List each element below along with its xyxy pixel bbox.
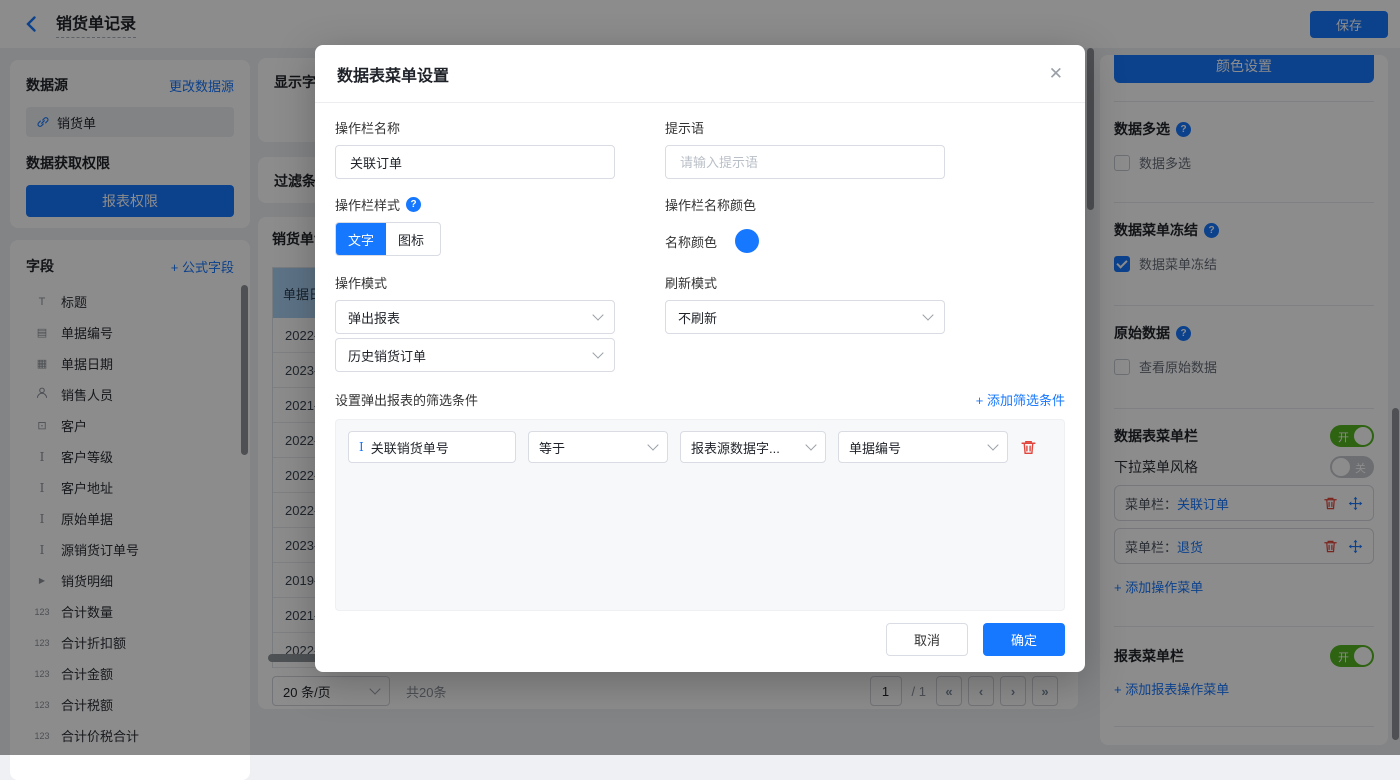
- bar-style-tabs: 文字 图标: [335, 222, 441, 256]
- popup-report-select[interactable]: 历史销货订单: [335, 338, 615, 372]
- question-icon[interactable]: ?: [406, 197, 422, 212]
- table-menu-settings-dialog: 数据表菜单设置 ✕ 操作栏名称 提示语 操作栏样式 ?: [315, 45, 1085, 672]
- tab-text[interactable]: 文字: [336, 223, 386, 255]
- cancel-button[interactable]: 取消: [886, 623, 968, 656]
- refresh-mode-label: 刷新模式: [665, 276, 718, 291]
- bar-name-input[interactable]: [335, 145, 615, 179]
- name-color-sublabel: 名称颜色: [665, 234, 718, 250]
- chevron-down-icon: [592, 309, 604, 321]
- close-icon[interactable]: ✕: [1049, 64, 1063, 84]
- filter-value-select[interactable]: 单据编号: [838, 431, 1008, 463]
- chevron-down-icon: [987, 439, 999, 451]
- op-mode-label: 操作模式: [335, 276, 388, 291]
- op-mode-select[interactable]: 弹出报表: [335, 300, 615, 334]
- filter-section-title: 设置弹出报表的筛选条件: [335, 393, 479, 408]
- chevron-down-icon: [592, 347, 604, 359]
- chevron-down-icon: [805, 439, 817, 451]
- tab-icon[interactable]: 图标: [386, 223, 436, 255]
- color-swatch[interactable]: [735, 229, 760, 253]
- hint-label: 提示语: [665, 121, 705, 136]
- add-filter-link[interactable]: + 添加筛选条件: [976, 390, 1065, 409]
- bar-style-label: 操作栏样式: [335, 198, 401, 213]
- filter-source-select[interactable]: 报表源数据字...: [680, 431, 826, 463]
- bar-name-label: 操作栏名称: [335, 121, 401, 136]
- refresh-mode-select[interactable]: 不刷新: [665, 300, 945, 334]
- filter-operator-select[interactable]: 等于: [528, 431, 668, 463]
- name-color-label: 操作栏名称颜色: [665, 198, 757, 213]
- text-icon: I: [359, 440, 364, 454]
- filter-field[interactable]: I 关联销货单号: [348, 431, 516, 463]
- chevron-down-icon: [922, 309, 934, 321]
- filter-conditions-box: I 关联销货单号 等于 报表源数据字... 单据编号: [335, 419, 1065, 611]
- trash-icon[interactable]: [1020, 439, 1037, 456]
- dialog-title: 数据表菜单设置: [337, 67, 450, 85]
- confirm-button[interactable]: 确定: [983, 623, 1065, 656]
- chevron-down-icon: [647, 439, 659, 451]
- hint-input[interactable]: [665, 145, 945, 179]
